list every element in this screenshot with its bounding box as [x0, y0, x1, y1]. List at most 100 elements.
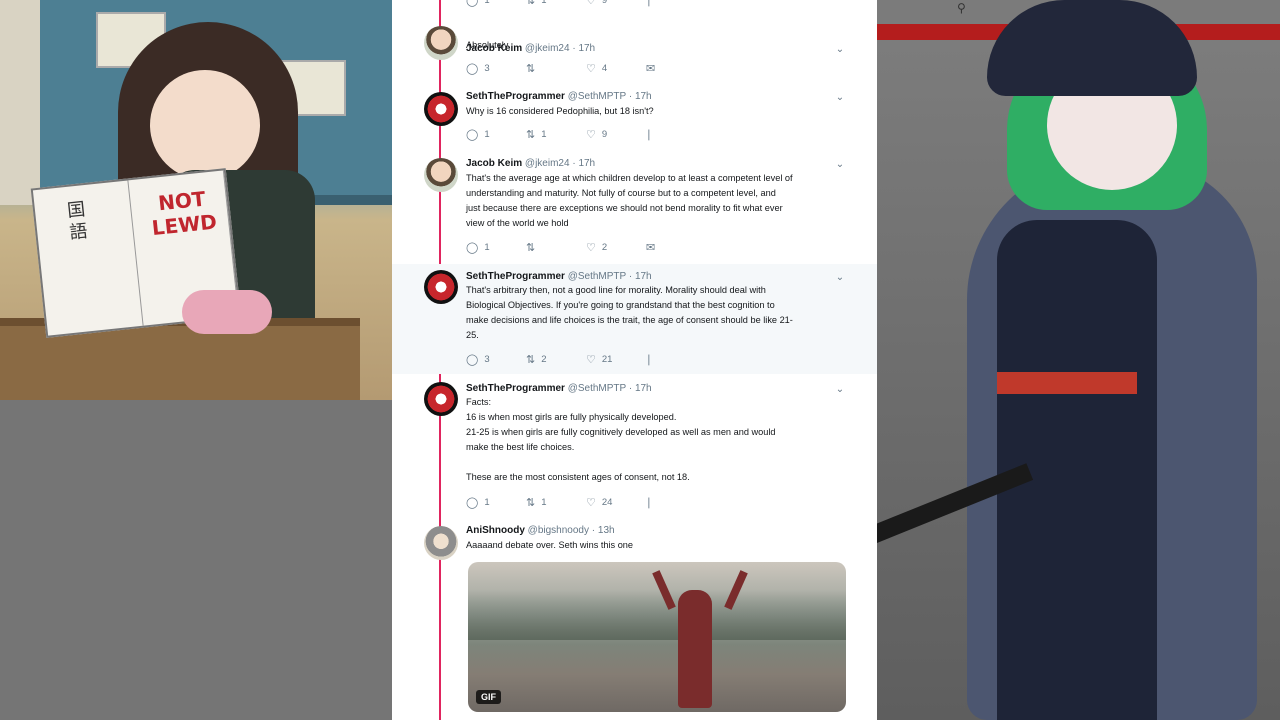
- reply-icon: ◯: [466, 128, 479, 141]
- gif-badge: GIF: [476, 690, 501, 704]
- reply-action[interactable]: ◯ 3: [466, 353, 490, 367]
- tweet-time[interactable]: 17h: [635, 91, 652, 102]
- retweet-action[interactable]: ⇅: [526, 62, 541, 76]
- tweet-time[interactable]: 17h: [635, 383, 652, 394]
- avatar[interactable]: [424, 26, 458, 60]
- author-name[interactable]: SethTheProgrammer: [466, 271, 565, 282]
- search-icon[interactable]: ⚲: [957, 0, 973, 16]
- like-action[interactable]: ♡ 21: [586, 353, 612, 367]
- author-name[interactable]: AniShnoody: [466, 525, 525, 536]
- tweet-time-separator: ·: [572, 158, 576, 169]
- tweet-time[interactable]: 13h: [598, 525, 615, 536]
- tweet-time-separator: ·: [591, 525, 596, 536]
- tweet-partial[interactable]: ◯ 1 ⇅ 1 ♡ 9 ∣: [392, 0, 877, 14]
- tweet-text: Absolutely: [466, 40, 509, 50]
- like-count: 9: [601, 0, 608, 6]
- author-handle[interactable]: @bigshnoody: [528, 525, 589, 536]
- retweet-count: 1: [541, 0, 547, 6]
- analytics-action[interactable]: ∣: [646, 353, 652, 367]
- heart-icon: ♡: [586, 128, 596, 141]
- reply-count: 3: [484, 63, 490, 74]
- character-belt: [997, 372, 1137, 394]
- avatar[interactable]: [424, 158, 458, 192]
- heart-icon: ♡: [586, 353, 596, 366]
- tweet-time[interactable]: 17h: [578, 158, 595, 169]
- chevron-down-icon[interactable]: ⌄: [833, 159, 847, 171]
- reply-action[interactable]: ◯ 3: [466, 62, 490, 76]
- tweet-text: Aaaaand debate over. Seth wins this one: [466, 540, 634, 550]
- tweet-text: That's arbitrary then, not a good line f…: [466, 285, 793, 340]
- like-count: 2: [601, 242, 608, 253]
- retweet-icon: ⇅: [526, 0, 536, 7]
- author-name[interactable]: Jacob Keim: [466, 158, 522, 169]
- tweet-actions: ◯ 3 ⇅ 2 ♡ 21 ∣: [466, 353, 846, 367]
- tweet[interactable]: Jacob Keim @jkeim24 · 17h ⌄ That's the a…: [392, 152, 877, 264]
- reply-action[interactable]: ◯ 1: [466, 0, 490, 8]
- like-count: 4: [601, 63, 608, 74]
- chevron-down-icon[interactable]: ⌄: [833, 92, 847, 104]
- tweet-time[interactable]: 17h: [635, 271, 652, 282]
- retweet-icon: ⇅: [526, 62, 536, 75]
- like-count: 24: [601, 497, 613, 508]
- author-handle[interactable]: @SethMPTP: [568, 91, 626, 102]
- analytics-icon: ∣: [646, 128, 652, 141]
- retweet-action[interactable]: ⇅ 1: [526, 496, 547, 510]
- tweet-text: Facts: 16 is when most girls are fully p…: [466, 397, 776, 482]
- author-handle[interactable]: @SethMPTP: [568, 383, 626, 394]
- reply-icon: ◯: [466, 241, 479, 254]
- like-count: 9: [601, 129, 608, 140]
- reply-count: 3: [484, 354, 490, 365]
- author-name[interactable]: SethTheProgrammer: [466, 383, 565, 394]
- analytics-action[interactable]: ∣: [646, 496, 652, 510]
- reply-action[interactable]: ◯ 1: [466, 496, 490, 510]
- heart-icon: ♡: [586, 62, 596, 75]
- avatar[interactable]: [424, 92, 458, 126]
- tweet[interactable]: SethTheProgrammer @SethMPTP · 17h ⌄ Fact…: [392, 376, 877, 518]
- message-action[interactable]: ✉: [646, 241, 655, 255]
- tweet-actions: ◯ 1 ⇅ 1 ♡ 9 ∣: [466, 0, 846, 8]
- retweet-count: 1: [541, 497, 547, 508]
- tweet-actions: ◯ 1 ⇅ 1 ♡ 24 ∣: [466, 496, 846, 510]
- avatar[interactable]: [424, 382, 458, 416]
- gif-background: [468, 590, 846, 640]
- reply-count: 1: [484, 497, 490, 508]
- like-action[interactable]: ♡ 4: [586, 62, 607, 76]
- analytics-action[interactable]: ∣: [646, 0, 652, 8]
- tweet-header: AniShnoody @bigshnoody · 13h: [466, 524, 615, 537]
- reply-icon: ◯: [466, 353, 479, 366]
- avatar[interactable]: [424, 270, 458, 304]
- like-action[interactable]: ♡ 24: [586, 496, 612, 510]
- tweet[interactable]: Jacob Keim @jkeim24 · 17h ⌄ Absolutely ◯…: [392, 18, 877, 88]
- reply-icon: ◯: [466, 496, 479, 509]
- character-face: [150, 70, 260, 180]
- reply-count: 1: [484, 129, 490, 140]
- analytics-icon: ∣: [646, 0, 652, 7]
- like-action[interactable]: ♡ 2: [586, 241, 607, 255]
- tweet[interactable]: SethTheProgrammer @SethMPTP · 17h ⌄ Why …: [392, 84, 877, 154]
- book-left-page: 国語: [32, 180, 144, 336]
- message-action[interactable]: ✉: [646, 62, 655, 76]
- analytics-action[interactable]: ∣: [646, 128, 652, 142]
- analytics-icon: ∣: [646, 353, 652, 366]
- reply-action[interactable]: ◯ 1: [466, 128, 490, 142]
- retweet-action[interactable]: ⇅: [526, 241, 541, 255]
- author-handle[interactable]: @jkeim24: [525, 158, 570, 169]
- heart-icon: ♡: [586, 0, 596, 7]
- retweet-action[interactable]: ⇅ 1: [526, 0, 547, 8]
- retweet-count: 1: [541, 129, 547, 140]
- tweet-header: Jacob Keim @jkeim24 · 17h: [466, 157, 595, 170]
- tweet[interactable]: SethTheProgrammer @SethMPTP · 17h ⌄ That…: [392, 264, 877, 374]
- reply-count: 1: [484, 0, 490, 6]
- retweet-action[interactable]: ⇅ 2: [526, 353, 547, 367]
- like-action[interactable]: ♡ 9: [586, 128, 607, 142]
- retweet-action[interactable]: ⇅ 1: [526, 128, 547, 142]
- avatar[interactable]: [424, 526, 458, 560]
- gif-media[interactable]: GIF: [468, 562, 846, 712]
- like-action[interactable]: ♡ 9: [586, 0, 607, 8]
- reply-action[interactable]: ◯ 1: [466, 241, 490, 255]
- book-kanji: 国語: [63, 199, 89, 246]
- heart-icon: ♡: [586, 496, 596, 509]
- author-name[interactable]: SethTheProgrammer: [466, 91, 565, 102]
- retweet-icon: ⇅: [526, 128, 536, 141]
- author-handle[interactable]: @SethMPTP: [568, 271, 626, 282]
